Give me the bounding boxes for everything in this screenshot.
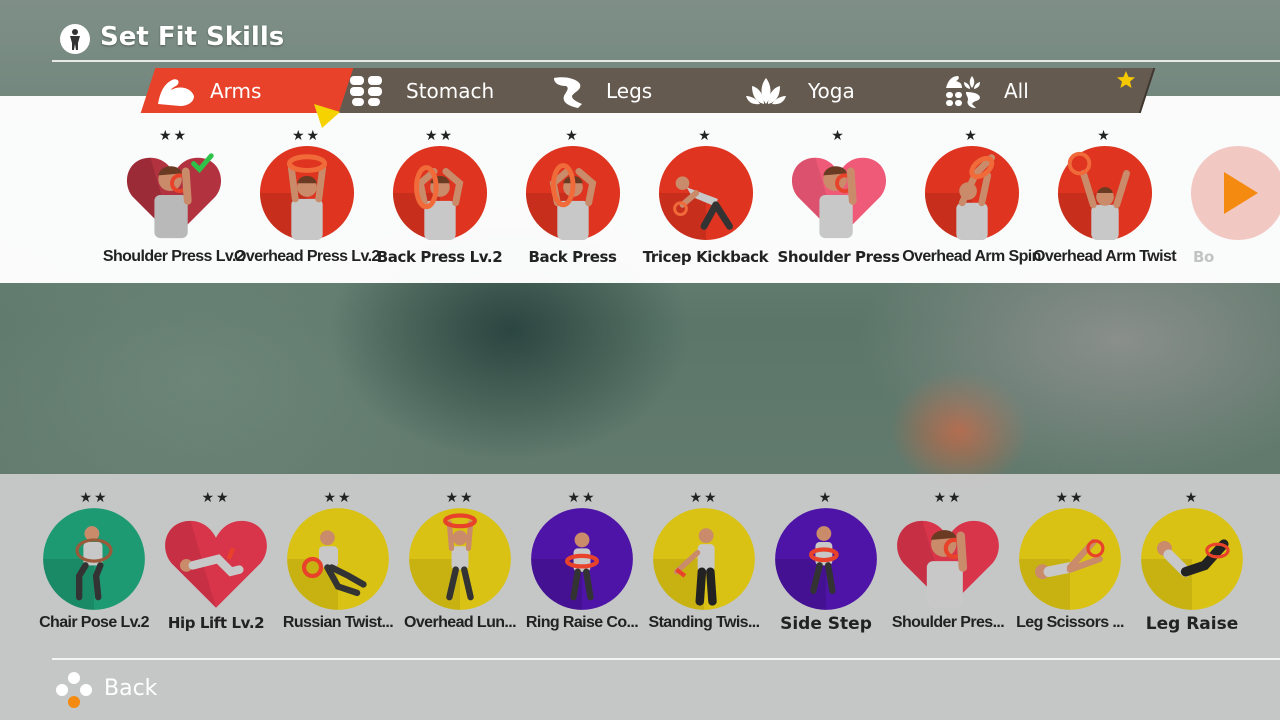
lotus-icon [746,78,786,105]
skill-back-press-lv2[interactable]: ★★ Back Press Lv.2 [373,128,506,278]
skill-stars: ★ [565,128,580,144]
tab-legs[interactable]: Legs [536,68,760,113]
set-skill-standing-twist[interactable]: ★★ Standing Twis... [644,490,764,640]
skill-name: Leg Scissors ... [1016,614,1124,631]
controller-buttons-icon [56,672,92,708]
scroll-right-arrow-icon[interactable] [1220,168,1262,218]
skill-stars: ★ [831,128,846,144]
header: Set Fit Skills [0,0,1280,62]
overhead-press-icon [259,145,355,241]
flexed-arm-icon [158,79,194,106]
header-divider [52,60,1280,62]
leg-raise-icon [1141,508,1243,610]
tab-label: Yoga [808,79,855,103]
skill-name: Chair Pose Lv.2 [39,614,149,631]
skill-name: Shoulder Pres... [891,614,1005,631]
back-label: Back [104,676,158,701]
star-icon [1117,71,1135,88]
skill-stars: ★★ [689,490,719,506]
skill-stars: ★★ [445,490,475,506]
skill-stars: ★★ [323,490,353,506]
skill-tricep-kickback[interactable]: ★ Tricep Kickback [639,128,772,278]
set-skill-chair-pose-lv2[interactable]: ★★ Chair Pose Lv.2 [34,490,154,640]
skill-name: Overhead Arm Spin [902,248,1041,265]
skill-name: Shoulder Press [777,248,900,266]
skill-name: Bo [1193,248,1214,266]
side-step-icon [775,508,877,610]
standing-twist-icon [653,508,755,610]
leg-scissors-icon [1019,508,1121,610]
set-skill-shoulder-press[interactable]: ★★ Shoulder Pres... [888,490,1008,640]
set-skill-ring-raise-combo[interactable]: ★★ Ring Raise Co... [522,490,642,640]
skill-name: Tricep Kickback [642,248,769,266]
leg-icon [554,77,582,108]
set-skill-leg-scissors[interactable]: ★★ Leg Scissors ... [1010,490,1130,640]
set-skill-overhead-lunge[interactable]: ★★ Overhead Lun... [400,490,520,640]
chair-pose-icon [43,508,145,610]
tab-stomach[interactable]: Stomach [338,68,562,113]
overhead-lunge-icon [409,508,511,610]
back-button[interactable]: Back [54,670,174,710]
tricep-kickback-icon [658,145,754,241]
ring-raise-combo-icon [531,508,633,610]
skill-stars: ★★ [291,128,322,144]
skill-stars: ★ [698,128,713,144]
tab-label: Stomach [406,79,495,103]
selection-cursor-icon [314,104,340,128]
person-icon [60,24,90,54]
set-skill-hip-lift-lv2[interactable]: ★★ Hip Lift Lv.2 [156,490,276,640]
skill-shoulder-press[interactable]: ★ Shoulder Press [772,128,905,278]
skill-stars: ★★ [79,490,109,506]
russian-twist-icon [287,508,389,610]
skill-name: Back Press [528,248,617,266]
shoulder-press-icon [126,153,222,239]
footer-divider [52,658,1280,660]
skill-name: Standing Twis... [648,614,761,631]
skill-stars: ★★ [933,490,963,506]
skill-stars: ★ [1184,490,1200,506]
tab-yoga[interactable]: Yoga [734,68,958,113]
skill-name: Overhead Press Lv.2 [234,248,380,265]
tab-label: All [1004,79,1029,103]
skill-name: Side Step [780,614,872,634]
set-skill-russian-twist[interactable]: ★★ Russian Twist... [278,490,398,640]
set-skill-leg-raise[interactable]: ★ Leg Raise [1132,490,1252,640]
set-skill-side-step[interactable]: ★ Side Step [766,490,886,640]
tab-label: Legs [606,79,653,103]
overhead-arm-twist-icon [1057,145,1153,241]
abs-icon [350,76,382,106]
skill-stars: ★★ [567,490,597,506]
skill-stars: ★★ [201,490,231,506]
skill-stars: ★ [964,128,979,144]
skill-name: Shoulder Press Lv.2 [102,248,245,265]
skill-stars: ★★ [158,128,189,144]
shoulder-press-icon [791,157,887,239]
overhead-arm-spin-icon [924,145,1020,241]
skill-name: Hip Lift Lv.2 [167,614,265,632]
skill-overhead-arm-spin[interactable]: ★ Overhead Arm Spin [902,128,1041,278]
skill-shoulder-press-lv2[interactable]: ★★ Shoulder Press Lv.2 [103,128,245,278]
back-press-icon [525,145,621,241]
skill-stars: ★ [818,490,834,506]
page-title: Set Fit Skills [100,22,285,52]
skill-back-press[interactable]: ★ Back Press [506,128,639,278]
back-press-icon [392,145,488,241]
skill-stars: ★★ [1055,490,1085,506]
skill-name: Leg Raise [1145,614,1239,634]
hip-lift-icon [165,520,267,608]
skill-name: Russian Twist... [282,614,394,631]
skill-name: Ring Raise Co... [525,614,639,631]
skill-name: Back Press Lv.2 [376,248,503,266]
skill-stars: ★★ [424,128,455,144]
skill-overhead-press-lv2[interactable]: ★★ Overhead Press Lv.2 [234,128,380,278]
shoulder-press-icon [897,520,999,608]
category-tabs: Arms Stomach Legs Yoga All [0,68,1280,113]
skill-name: Overhead Lun... [404,614,517,631]
skill-stars: ★ [1097,128,1112,144]
tab-label: Arms [210,79,262,103]
all-categories-icon [946,76,980,108]
